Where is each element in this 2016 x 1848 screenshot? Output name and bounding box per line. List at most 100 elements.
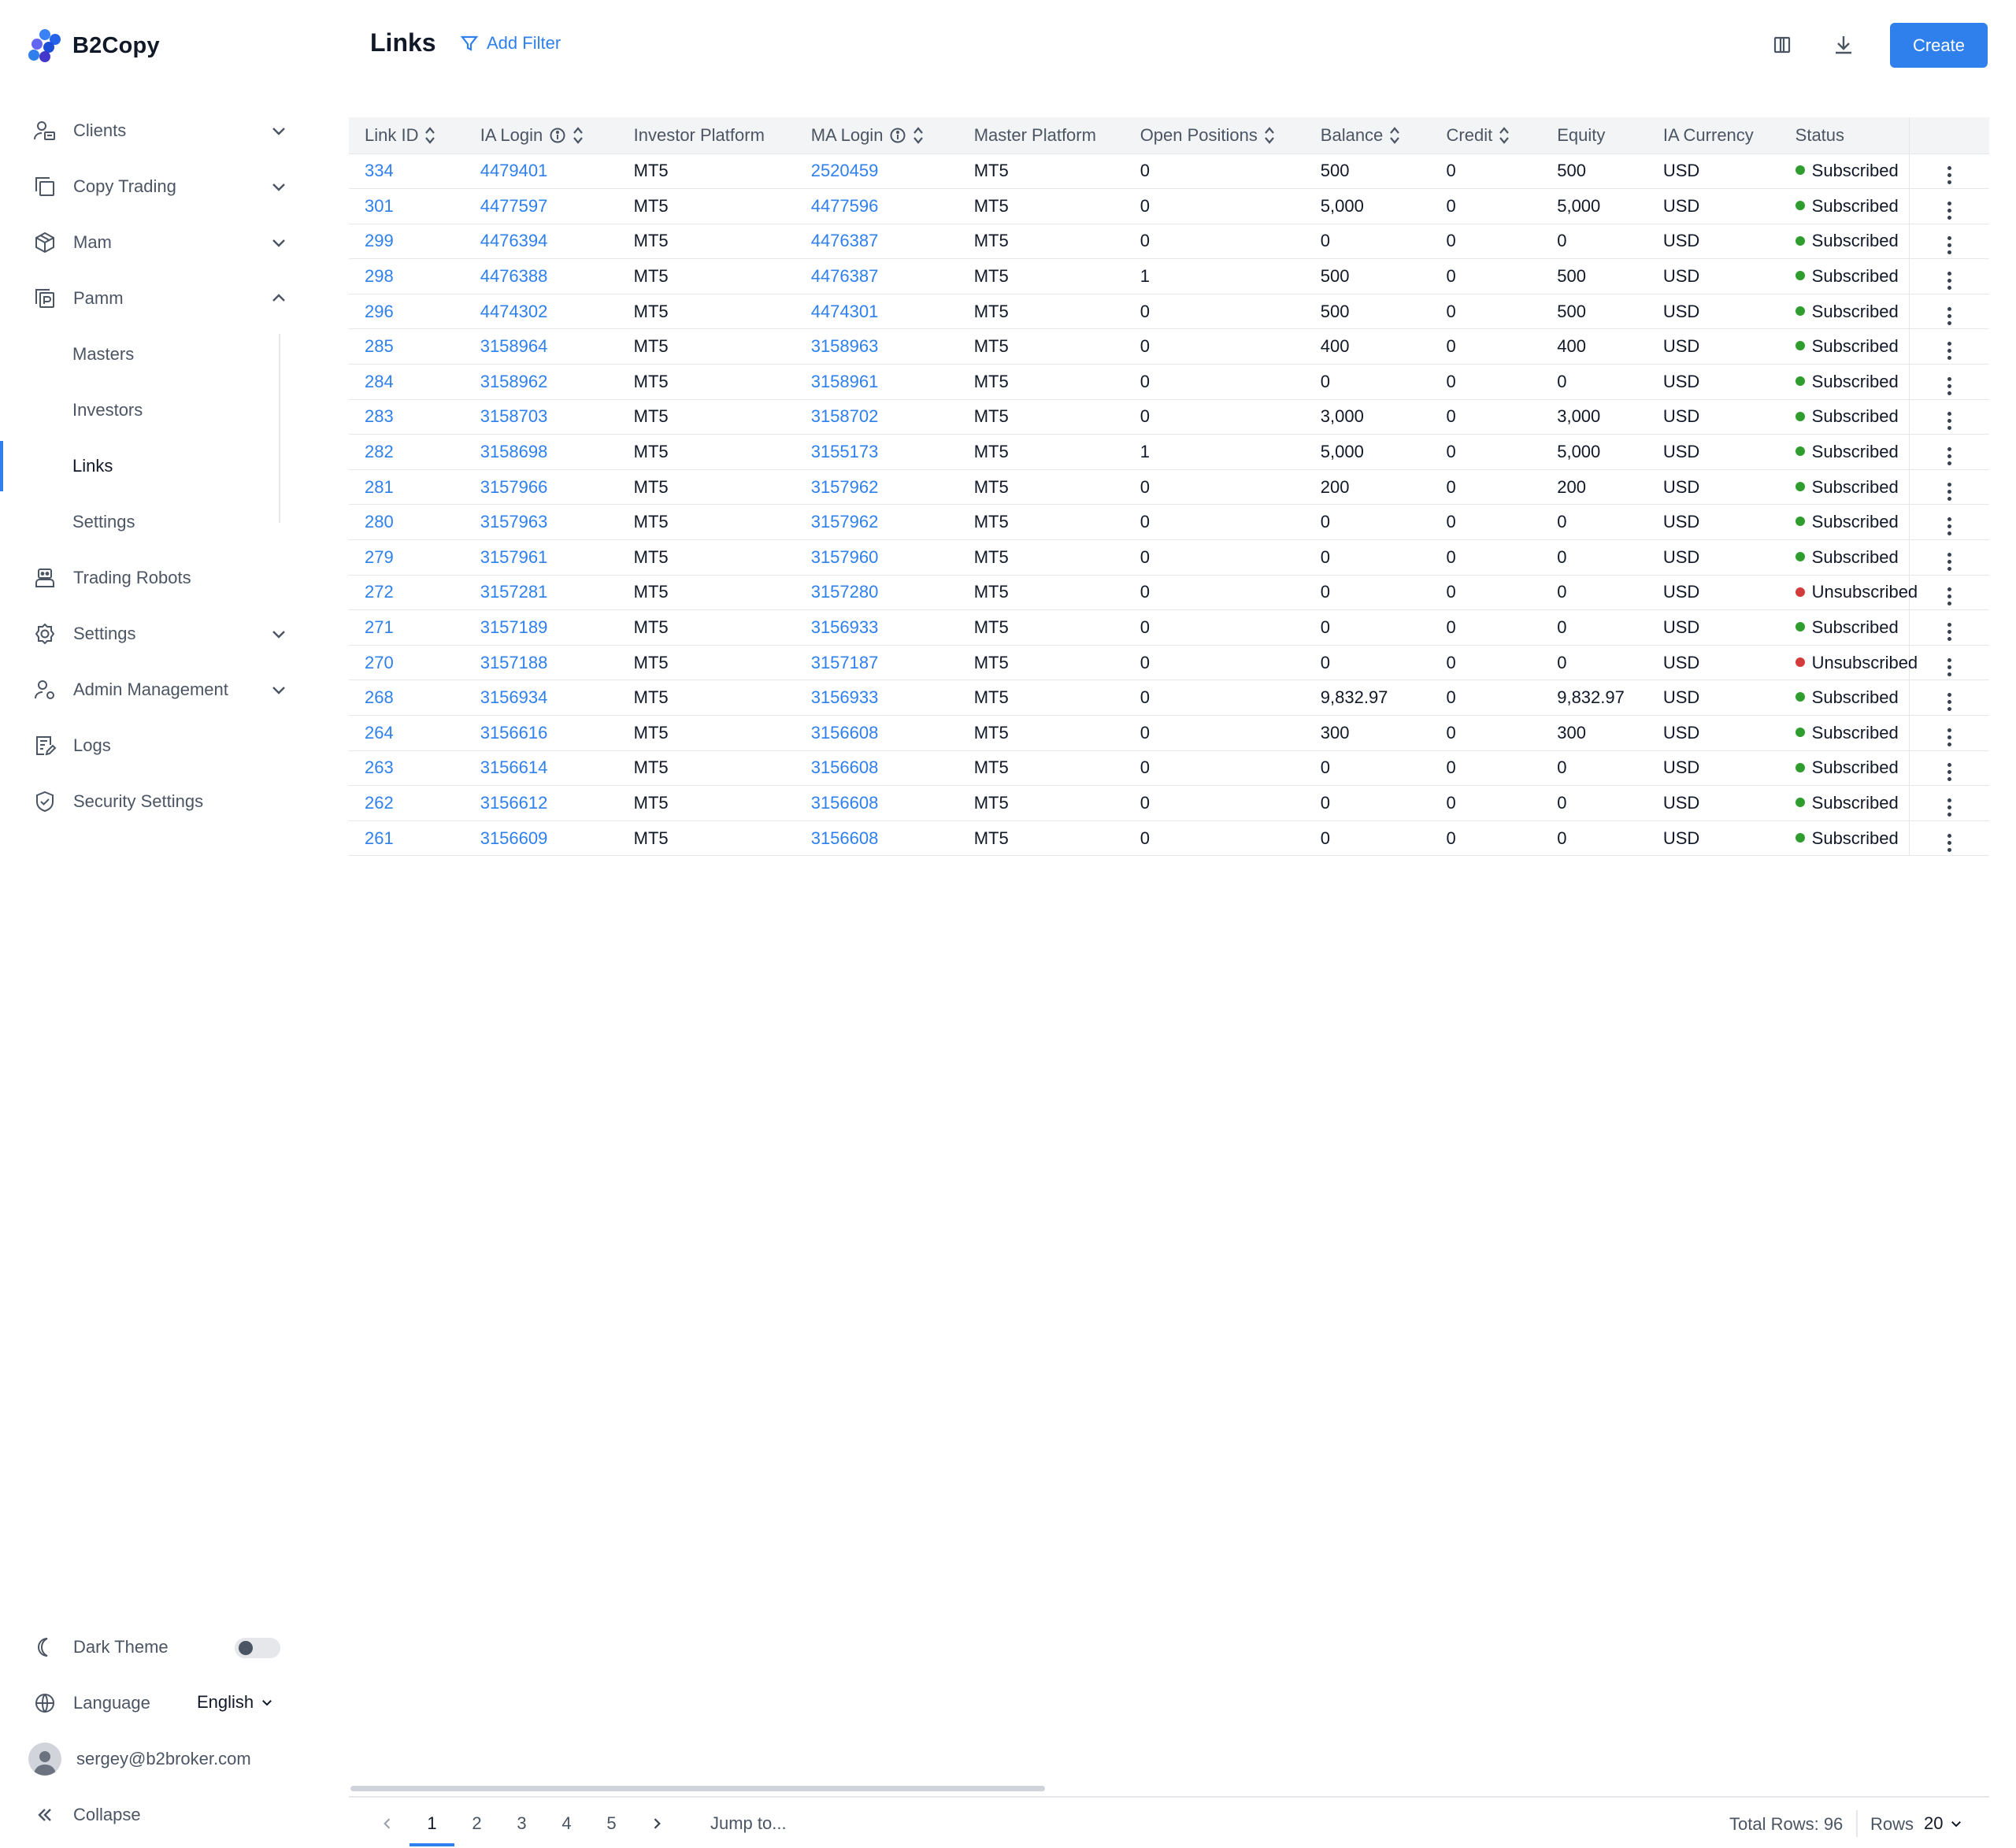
prev-page-button[interactable] [365,1798,410,1848]
sort-icon[interactable] [913,125,924,146]
columns-button[interactable] [1766,28,1799,61]
link-id-cell[interactable]: 268 [349,680,465,716]
ia-login-cell[interactable]: 4477597 [464,188,618,224]
ia-login-cell[interactable]: 3158698 [464,434,618,470]
info-icon[interactable] [889,127,906,144]
ma-login-cell[interactable]: 3157280 [795,575,958,611]
link-id-cell[interactable]: 261 [349,820,465,857]
link-id-cell[interactable]: 271 [349,609,465,646]
page-button[interactable]: 1 [410,1798,454,1848]
ma-login-cell[interactable]: 3158702 [795,399,958,435]
ia-login-cell[interactable]: 3158964 [464,328,618,365]
more-vertical-icon[interactable] [1941,690,1958,714]
table-row[interactable]: 334 4479401 MT5 2520459 MT5 0 500 0 500 USD Subscr… [349,154,1989,190]
table-row[interactable]: 284 3158962 MT5 3158961 MT5 0 0 0 0 USD Subscribed [349,364,1989,400]
sidebar-item-clients[interactable]: Clients [0,102,315,158]
ia-login-cell[interactable]: 3157963 [464,504,618,541]
table-row[interactable]: 261 3156609 MT5 3156608 MT5 0 0 0 0 USD Subscribed [349,820,1989,857]
ma-login-cell[interactable]: 3157187 [795,645,958,681]
table-row[interactable]: 264 3156616 MT5 3156608 MT5 0 300 0 300 USD Subscr… [349,715,1989,751]
ma-login-cell[interactable]: 3156608 [795,820,958,857]
language-select[interactable]: English [197,1692,274,1713]
sidebar-subitem-investors[interactable]: Investors [0,382,315,438]
link-id-cell[interactable]: 280 [349,504,465,541]
ma-login-cell[interactable]: 3157962 [795,504,958,541]
sort-icon[interactable] [1389,125,1400,146]
ia-login-cell[interactable]: 3156934 [464,680,618,716]
create-button[interactable]: Create [1890,23,1988,68]
sidebar-subitem-masters[interactable]: Masters [0,326,315,382]
more-vertical-icon[interactable] [1941,268,1958,293]
link-id-cell[interactable]: 298 [349,258,465,294]
more-vertical-icon[interactable] [1941,620,1958,644]
more-vertical-icon[interactable] [1941,339,1958,363]
ma-login-cell[interactable]: 3158961 [795,364,958,400]
link-id-cell[interactable]: 263 [349,750,465,787]
sidebar-item-security-settings[interactable]: Security Settings [0,773,315,829]
table-row[interactable]: 272 3157281 MT5 3157280 MT5 0 0 0 0 USD Unsubscrib… [349,575,1989,611]
ma-login-cell[interactable]: 2520459 [795,154,958,190]
page-button[interactable]: 3 [499,1798,544,1848]
more-vertical-icon[interactable] [1941,409,1958,433]
column-header[interactable]: MA Login [795,117,958,154]
scrollbar-thumb[interactable] [350,1786,1045,1791]
link-id-cell[interactable]: 264 [349,715,465,751]
link-id-cell[interactable]: 283 [349,399,465,435]
table-row[interactable]: 283 3158703 MT5 3158702 MT5 0 3,000 0 3,000 USD Su… [349,399,1989,435]
sidebar-item-settings[interactable]: Settings [0,606,315,661]
table-row[interactable]: 271 3157189 MT5 3156933 MT5 0 0 0 0 USD Subscribed [349,609,1989,646]
dark-theme-toggle[interactable] [235,1638,280,1658]
more-vertical-icon[interactable] [1941,374,1958,398]
link-id-cell[interactable]: 299 [349,224,465,260]
table-row[interactable]: 280 3157963 MT5 3157962 MT5 0 0 0 0 USD Subscribed [349,504,1989,541]
sort-icon[interactable] [1499,125,1510,146]
table-row[interactable]: 270 3157188 MT5 3157187 MT5 0 0 0 0 USD Unsubscrib… [349,645,1989,681]
sidebar-subitem-settings[interactable]: Settings [0,494,315,550]
more-vertical-icon[interactable] [1941,480,1958,504]
link-id-cell[interactable]: 334 [349,154,465,190]
user-row[interactable]: sergey@b2broker.com [0,1731,315,1787]
page-button[interactable]: 2 [454,1798,499,1848]
ma-login-cell[interactable]: 3156933 [795,680,958,716]
sidebar-item-admin-management[interactable]: Admin Management [0,661,315,717]
sort-icon[interactable] [1264,125,1275,146]
sort-icon[interactable] [424,125,435,146]
column-header[interactable]: Credit [1430,117,1542,154]
ma-login-cell[interactable]: 3155173 [795,434,958,470]
info-icon[interactable] [549,127,566,144]
sidebar-item-trading-robots[interactable]: Trading Robots [0,550,315,606]
table-row[interactable]: 279 3157961 MT5 3157960 MT5 0 0 0 0 USD Subscribed [349,539,1989,576]
ma-login-cell[interactable]: 3156933 [795,609,958,646]
table-row[interactable]: 281 3157966 MT5 3157962 MT5 0 200 0 200 USD Subscr… [349,469,1989,506]
sidebar-subitem-links[interactable]: Links [0,438,315,494]
link-id-cell[interactable]: 296 [349,294,465,330]
sidebar-item-pamm[interactable]: Pamm [0,270,315,326]
more-vertical-icon[interactable] [1941,304,1958,328]
table-row[interactable]: 263 3156614 MT5 3156608 MT5 0 0 0 0 USD Subscribed [349,750,1989,787]
link-id-cell[interactable]: 262 [349,785,465,821]
link-id-cell[interactable]: 281 [349,469,465,506]
table-row[interactable]: 262 3156612 MT5 3156608 MT5 0 0 0 0 USD Subscribed [349,785,1989,821]
more-vertical-icon[interactable] [1941,725,1958,750]
table-row[interactable]: 296 4474302 MT5 4474301 MT5 0 500 0 500 USD Subscr… [349,294,1989,330]
ia-login-cell[interactable]: 3157188 [464,645,618,681]
table-row[interactable]: 268 3156934 MT5 3156933 MT5 0 9,832.97 0 9,832.9… [349,680,1989,716]
horizontal-scrollbar[interactable] [349,1786,1989,1792]
ma-login-cell[interactable]: 4477596 [795,188,958,224]
more-vertical-icon[interactable] [1941,163,1958,187]
ma-login-cell[interactable]: 3157962 [795,469,958,506]
sort-icon[interactable] [573,125,584,146]
more-vertical-icon[interactable] [1941,760,1958,784]
ia-login-cell[interactable]: 3156612 [464,785,618,821]
table-row[interactable]: 301 4477597 MT5 4477596 MT5 0 5,000 0 5,000 USD Su… [349,188,1989,224]
more-vertical-icon[interactable] [1941,550,1958,574]
table-row[interactable]: 298 4476388 MT5 4476387 MT5 1 500 0 500 USD Subscr… [349,258,1989,294]
more-vertical-icon[interactable] [1941,655,1958,680]
column-header[interactable]: Open Positions [1124,117,1305,154]
more-vertical-icon[interactable] [1941,233,1958,257]
ia-login-cell[interactable]: 3158962 [464,364,618,400]
ma-login-cell[interactable]: 3156608 [795,785,958,821]
brand[interactable]: B2Copy [28,28,160,63]
sidebar-item-copy-trading[interactable]: Copy Trading [0,158,315,214]
ia-login-cell[interactable]: 3157189 [464,609,618,646]
